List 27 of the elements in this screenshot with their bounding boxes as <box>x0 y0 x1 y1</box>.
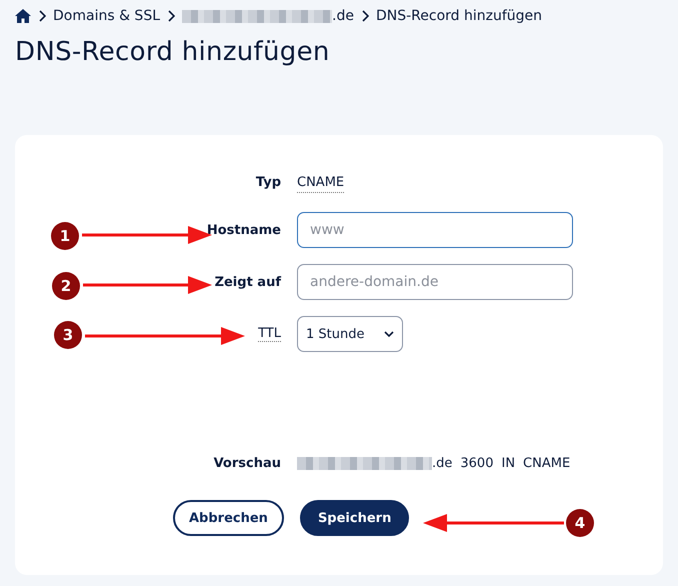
chevron-icon <box>360 10 369 22</box>
breadcrumb-link[interactable]: DNS-Record hinzufügen <box>376 8 542 24</box>
field-label: Typ <box>256 174 281 192</box>
number-marker: 1 <box>51 222 79 250</box>
field-label: TTL <box>258 326 281 342</box>
number-marker: 3 <box>54 321 82 349</box>
page-title: DNS-Record hinzufügen <box>15 36 331 69</box>
cancel-button[interactable]: Abbrechen <box>173 500 284 536</box>
preview-value: 3600 <box>460 456 494 471</box>
input-field[interactable]: www <box>297 212 573 248</box>
breadcrumb-link[interactable]: Domains & SSL <box>53 8 160 24</box>
preview-domain: .de <box>297 456 452 471</box>
chevron-icon <box>384 330 394 338</box>
input-field[interactable]: andere-domain.de <box>297 264 573 300</box>
home-icon[interactable] <box>15 9 31 23</box>
preview-label: Vorschau <box>214 456 281 471</box>
preview-value: IN <box>501 456 516 471</box>
ttl-select[interactable]: 1 Stunde <box>297 316 403 352</box>
chevron-icon <box>167 10 176 22</box>
number-marker: 2 <box>52 272 80 300</box>
preview-value: CNAME <box>523 456 570 471</box>
type-value: CNAME <box>297 174 344 192</box>
save-button[interactable]: Speichern <box>300 500 410 536</box>
field-label: Hostname <box>206 222 281 238</box>
chevron-icon <box>38 10 46 22</box>
number-marker: 4 <box>566 509 594 537</box>
field-label: Zeigt auf <box>214 274 281 290</box>
